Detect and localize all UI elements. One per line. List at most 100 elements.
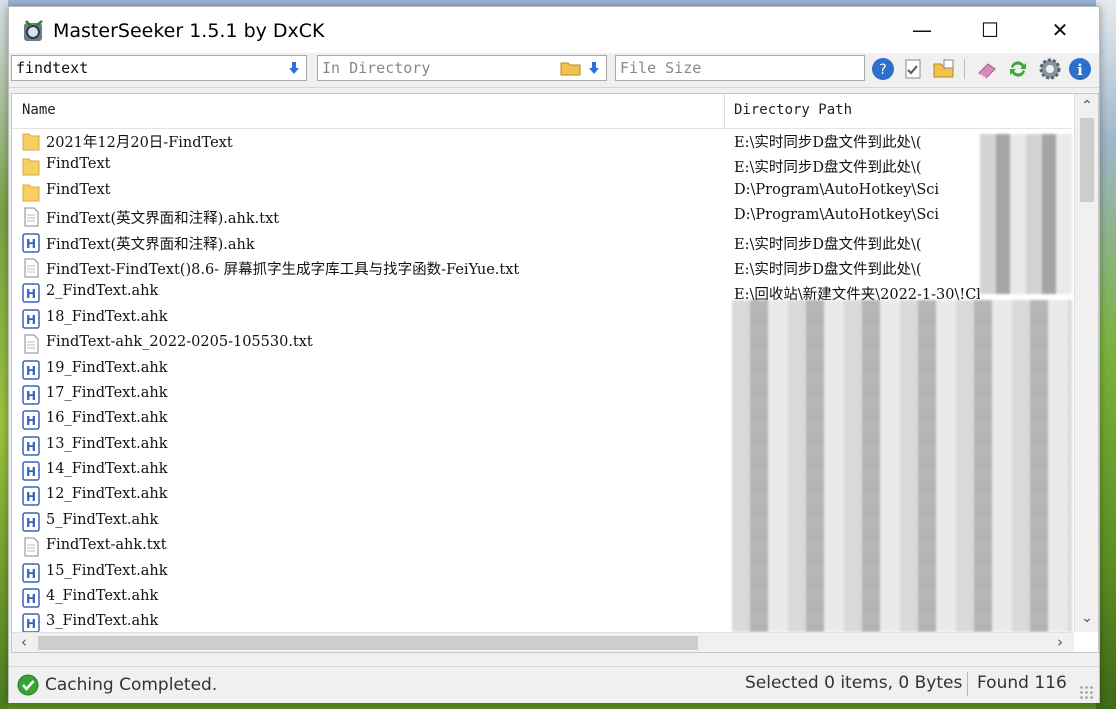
svg-text:H: H <box>26 592 36 606</box>
item-name: 5_FindText.ahk <box>46 511 159 528</box>
ahk-script-icon: H <box>22 385 40 405</box>
results-list[interactable]: Name Directory Path 2021年12月20日-FindText… <box>11 93 1099 653</box>
svg-text:H: H <box>26 440 36 454</box>
item-name: 14_FindText.ahk <box>46 461 168 478</box>
item-name: 16_FindText.ahk <box>46 410 168 427</box>
ahk-script-icon: H <box>22 613 40 634</box>
item-directory-path: E:\实时同步D盘文件到此处\( <box>734 135 922 151</box>
item-name: 2_FindText.ahk <box>46 283 159 300</box>
svg-text:H: H <box>26 465 36 479</box>
open-folder-icon[interactable] <box>932 57 956 81</box>
settings-gear-icon[interactable] <box>1038 57 1062 81</box>
check-circle-icon <box>17 674 39 696</box>
ahk-script-icon: H <box>22 435 40 456</box>
ahk-script-icon: H <box>22 562 40 583</box>
browse-folder-icon[interactable] <box>560 60 582 76</box>
toolbar-divider <box>964 59 965 79</box>
list-item[interactable]: 2021年12月20日-FindText E:\实时同步D盘文件到此处\( <box>12 128 1072 153</box>
help-icon[interactable]: ? <box>871 57 895 81</box>
close-button[interactable]: ✕ <box>1037 7 1083 53</box>
status-bar: Caching Completed. Selected 0 items, 0 B… <box>9 666 1099 703</box>
checklist-icon[interactable] <box>902 57 926 81</box>
minimize-button[interactable]: — <box>899 7 945 53</box>
list-item[interactable]: H FindText(英文界面和注释).ahk E:\实时同步D盘文件到此处\( <box>12 230 1072 255</box>
search-history-dropdown-icon[interactable] <box>288 61 300 75</box>
search-input-value: findtext <box>16 59 89 77</box>
text-file-icon <box>22 334 40 354</box>
app-window: MasterSeeker 1.5.1 by DxCK — ☐ ✕ findtex… <box>8 6 1100 703</box>
column-divider[interactable] <box>724 94 725 128</box>
item-directory-path: E:\实时同步D盘文件到此处\( <box>734 261 922 278</box>
folder-icon <box>22 182 40 202</box>
text-file-icon <box>22 207 40 227</box>
item-name: 15_FindText.ahk <box>46 562 168 579</box>
item-name: FindText-FindText()8.6- 屏幕抓字生成字库工具与找字函数-… <box>46 261 520 278</box>
horizontal-scrollbar[interactable]: ‹ › <box>12 632 1074 652</box>
item-name: FindText-ahk_2022-0205-105530.txt <box>46 334 313 351</box>
ahk-script-icon: H <box>22 461 40 481</box>
app-logo-icon <box>24 20 43 41</box>
directory-filter-input[interactable]: In Directory <box>317 55 607 81</box>
status-message: Caching Completed. <box>45 675 218 695</box>
eraser-icon[interactable] <box>976 57 1000 81</box>
ahk-script-icon: H <box>22 232 40 253</box>
item-name: 19_FindText.ahk <box>46 359 168 376</box>
ahk-script-icon: H <box>22 283 40 304</box>
svg-text:?: ? <box>879 62 886 78</box>
horizontal-scroll-thumb[interactable] <box>38 636 698 650</box>
item-name: FindText(英文界面和注释).ahk <box>46 236 255 253</box>
svg-text:H: H <box>26 490 36 504</box>
folder-icon <box>22 156 40 176</box>
item-name: 17_FindText.ahk <box>46 384 168 401</box>
selection-summary: Selected 0 items, 0 Bytes <box>745 673 963 693</box>
svg-text:H: H <box>26 567 36 581</box>
maximize-button[interactable]: ☐ <box>967 7 1013 53</box>
ahk-script-icon: H <box>22 308 40 329</box>
ahk-script-icon: H <box>22 588 40 608</box>
scroll-left-arrow-icon[interactable]: ‹ <box>16 634 32 650</box>
folder-icon <box>22 131 40 151</box>
toolbar: findtext In Directory File Size ? i <box>9 53 1099 88</box>
scroll-right-arrow-icon[interactable]: › <box>1052 634 1068 650</box>
vertical-scroll-thumb[interactable] <box>1080 118 1094 202</box>
redacted-path-area <box>732 300 1072 632</box>
directory-filter-placeholder: In Directory <box>322 59 431 77</box>
ahk-script-icon: H <box>22 512 40 532</box>
directory-dropdown-icon[interactable] <box>588 61 600 75</box>
item-directory-path: D:\Program\AutoHotkey\Sci <box>734 207 940 224</box>
search-input[interactable]: findtext <box>11 55 307 81</box>
item-name: FindText <box>46 181 111 198</box>
file-size-filter-input[interactable]: File Size <box>615 55 865 81</box>
list-item[interactable]: FindText-FindText()8.6- 屏幕抓字生成字库工具与找字函数-… <box>12 255 1072 280</box>
title-bar[interactable]: MasterSeeker 1.5.1 by DxCK — ☐ ✕ <box>9 7 1099 53</box>
redacted-path-area-top <box>980 134 1072 294</box>
column-name-header[interactable]: Name <box>22 102 56 118</box>
ahk-script-icon: H <box>22 359 40 380</box>
column-header: Name Directory Path <box>12 94 1072 129</box>
column-path-header[interactable]: Directory Path <box>734 102 852 118</box>
svg-text:H: H <box>26 237 36 251</box>
text-file-icon <box>22 258 40 278</box>
vertical-scrollbar[interactable]: ⌃ ⌄ <box>1074 94 1098 632</box>
scroll-down-arrow-icon[interactable]: ⌄ <box>1079 610 1095 626</box>
svg-text:H: H <box>26 414 36 428</box>
list-item[interactable]: FindText(英文界面和注释).ahk.txt D:\Program\Auto… <box>12 204 1072 229</box>
item-name: 2021年12月20日-FindText <box>46 135 233 151</box>
ahk-script-icon: H <box>22 410 40 431</box>
refresh-icon[interactable] <box>1006 57 1030 81</box>
item-name: 4_FindText.ahk <box>46 588 159 605</box>
svg-text:H: H <box>26 364 36 378</box>
info-icon[interactable]: i <box>1068 57 1092 81</box>
svg-text:H: H <box>26 287 36 301</box>
found-count: Found 116 <box>977 673 1067 693</box>
item-name: 18_FindText.ahk <box>46 308 168 325</box>
window-title: MasterSeeker 1.5.1 by DxCK <box>53 20 325 42</box>
file-size-placeholder: File Size <box>620 59 702 77</box>
list-item[interactable]: FindText D:\Program\AutoHotkey\Sci <box>12 179 1072 204</box>
scroll-up-arrow-icon[interactable]: ⌃ <box>1079 98 1095 114</box>
list-item[interactable]: FindText E:\实时同步D盘文件到此处\( <box>12 153 1072 178</box>
resize-grip-icon[interactable] <box>1079 685 1093 699</box>
svg-text:H: H <box>26 516 36 530</box>
svg-text:i: i <box>1077 61 1083 79</box>
item-name: FindText-ahk.txt <box>46 537 167 554</box>
